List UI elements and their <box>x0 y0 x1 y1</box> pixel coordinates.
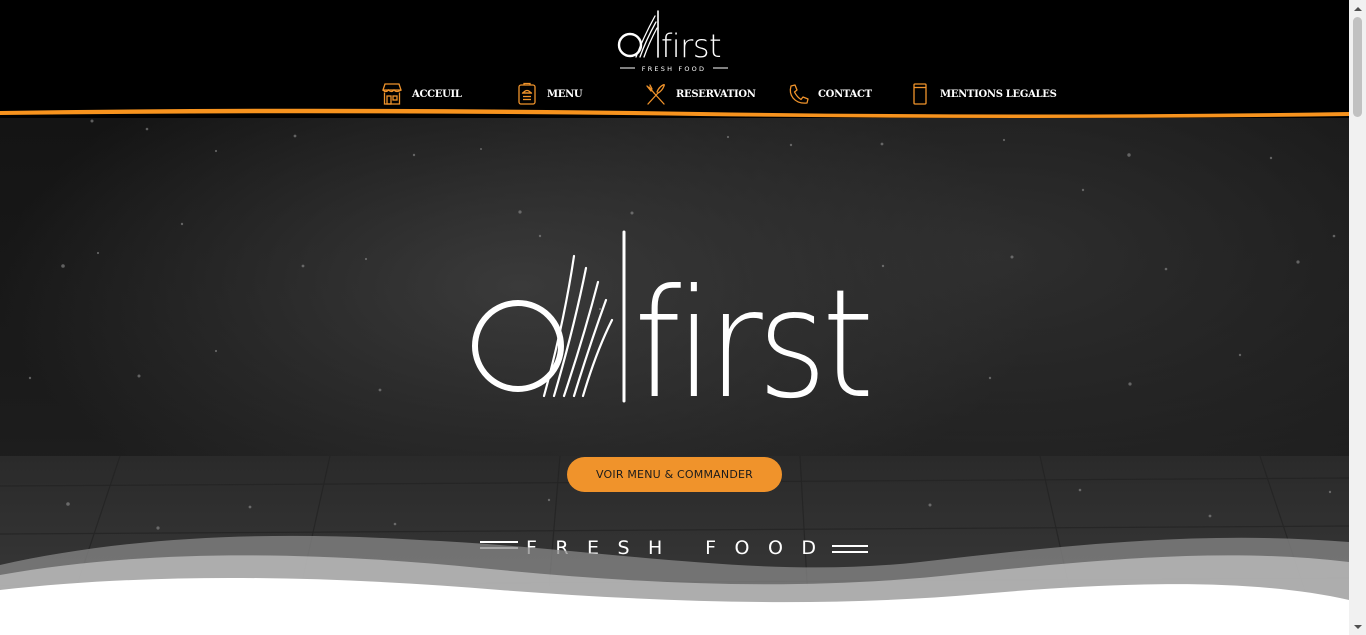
menu-card-icon <box>518 82 536 105</box>
hero-bottom-waves <box>0 535 1349 635</box>
nav-label-mentions-legales: MENTIONS LEGALES <box>940 88 1057 100</box>
phone-icon <box>789 84 809 104</box>
view-menu-order-button[interactable]: VOIR MENU & COMMANDER <box>567 457 782 492</box>
scrollbar-thumb[interactable] <box>1353 17 1362 117</box>
storefront-icon <box>382 83 402 105</box>
nav-label-acceuil: ACCEUIL <box>412 88 462 100</box>
scroll-up-button[interactable] <box>1349 0 1366 17</box>
fork-knife-icon <box>646 84 665 105</box>
nav-label-reservation: RESERVATION <box>676 88 756 100</box>
arrow-down-icon <box>1353 624 1362 629</box>
scroll-down-button[interactable] <box>1349 618 1366 635</box>
hero-section: first FRESH FOOD VOIR MENU & COMMANDER <box>0 116 1349 635</box>
site-header: first FRESH FOOD ACCEUIL MENU RESERVATIO… <box>0 0 1349 118</box>
document-icon <box>913 83 927 105</box>
header-logo[interactable]: first FRESH FOOD <box>617 10 731 72</box>
header-logo-word: first <box>661 27 721 65</box>
header-orange-divider <box>0 108 1349 118</box>
nav-label-menu: MENU <box>547 88 583 100</box>
arrow-up-icon <box>1353 6 1362 11</box>
hero-logo-word: first <box>634 258 869 432</box>
vertical-scrollbar[interactable] <box>1349 0 1366 635</box>
header-logo-tagline: FRESH FOOD <box>642 65 706 72</box>
nav-label-contact: CONTACT <box>818 88 872 100</box>
hero-logo: first FRESH FOOD <box>472 230 874 558</box>
